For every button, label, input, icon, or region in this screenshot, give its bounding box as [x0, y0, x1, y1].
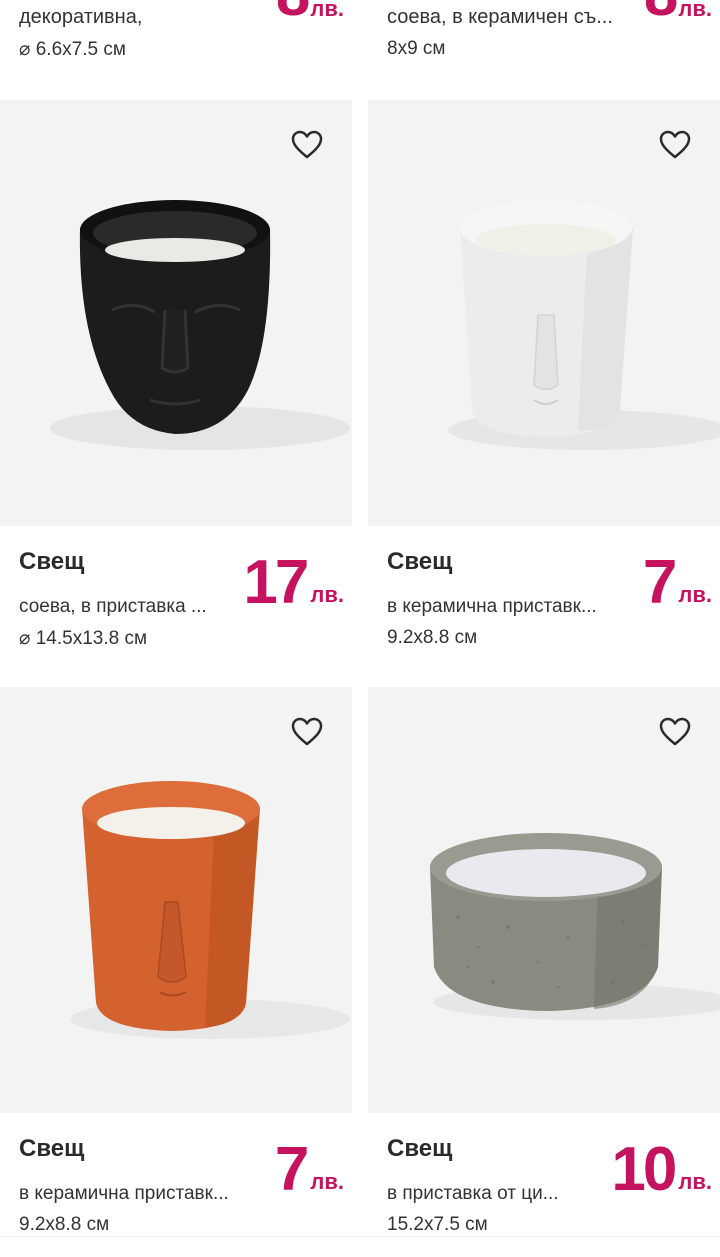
product-title[interactable]: Свещ — [19, 548, 84, 576]
product-size: ⌀ 6.6x7.5 см — [19, 39, 126, 60]
price-currency: лв. — [678, 0, 712, 21]
product-title[interactable]: Свещ — [387, 1135, 452, 1163]
white-face-candle-image — [448, 200, 720, 450]
heart-icon[interactable] — [290, 128, 324, 162]
price-value: 8 — [276, 0, 311, 26]
product-image[interactable] — [0, 687, 352, 1113]
price-currency: лв. — [310, 0, 344, 21]
product-description: соева, в приставка ... — [19, 596, 207, 617]
cement-bowl-candle-image — [430, 833, 720, 1020]
price-currency: лв. — [310, 582, 344, 607]
price-value: 8 — [644, 0, 679, 26]
product-price: 8 лв. — [644, 0, 712, 26]
black-face-candle-image — [50, 200, 350, 450]
price-currency: лв. — [678, 1169, 712, 1194]
top-partial-row: декоративна, ⌀ 6.6x7.5 см 8 лв. соева, в… — [0, 0, 720, 98]
heart-icon[interactable] — [658, 715, 692, 749]
price-value: 17 — [243, 548, 309, 617]
product-description: соева, в керамичен съ... — [387, 6, 613, 28]
price-value: 7 — [642, 548, 678, 617]
product-price: 8 лв. — [276, 0, 344, 26]
product-card-partial[interactable]: декоративна, ⌀ 6.6x7.5 см 8 лв. — [0, 0, 352, 98]
product-price: 7 лв. — [643, 552, 712, 614]
product-image[interactable] — [368, 687, 720, 1113]
product-price: 17 лв. — [243, 552, 344, 614]
price-value: 10 — [611, 1135, 677, 1204]
product-size: 8x9 см — [387, 38, 446, 59]
price-currency: лв. — [678, 582, 712, 607]
product-image[interactable] — [0, 100, 352, 526]
product-description: в приставка от ци... — [387, 1183, 559, 1204]
product-image[interactable] — [368, 100, 720, 526]
heart-icon[interactable] — [290, 715, 324, 749]
product-price: 10 лв. — [611, 1139, 712, 1201]
price-currency: лв. — [310, 1169, 344, 1194]
product-title[interactable]: Свещ — [387, 548, 452, 576]
product-title[interactable]: Свещ — [19, 1135, 84, 1163]
orange-face-candle-image — [70, 781, 350, 1039]
product-description: в керамична приставк... — [19, 1183, 229, 1204]
heart-icon[interactable] — [658, 128, 692, 162]
product-description: декоративна, — [19, 6, 143, 28]
product-size: 9.2x8.8 см — [387, 627, 478, 648]
price-value: 7 — [274, 1135, 310, 1204]
product-price: 7 лв. — [275, 1139, 344, 1201]
bottom-strip — [0, 1236, 720, 1257]
product-description: в керамична приставк... — [387, 596, 597, 617]
product-size: ⌀ 14.5x13.8 см — [19, 628, 148, 649]
product-card-partial[interactable]: соева, в керамичен съ... 8x9 см 8 лв. — [368, 0, 720, 98]
product-size: 9.2x8.8 см — [19, 1214, 110, 1235]
product-size: 15.2x7.5 см — [387, 1214, 488, 1235]
